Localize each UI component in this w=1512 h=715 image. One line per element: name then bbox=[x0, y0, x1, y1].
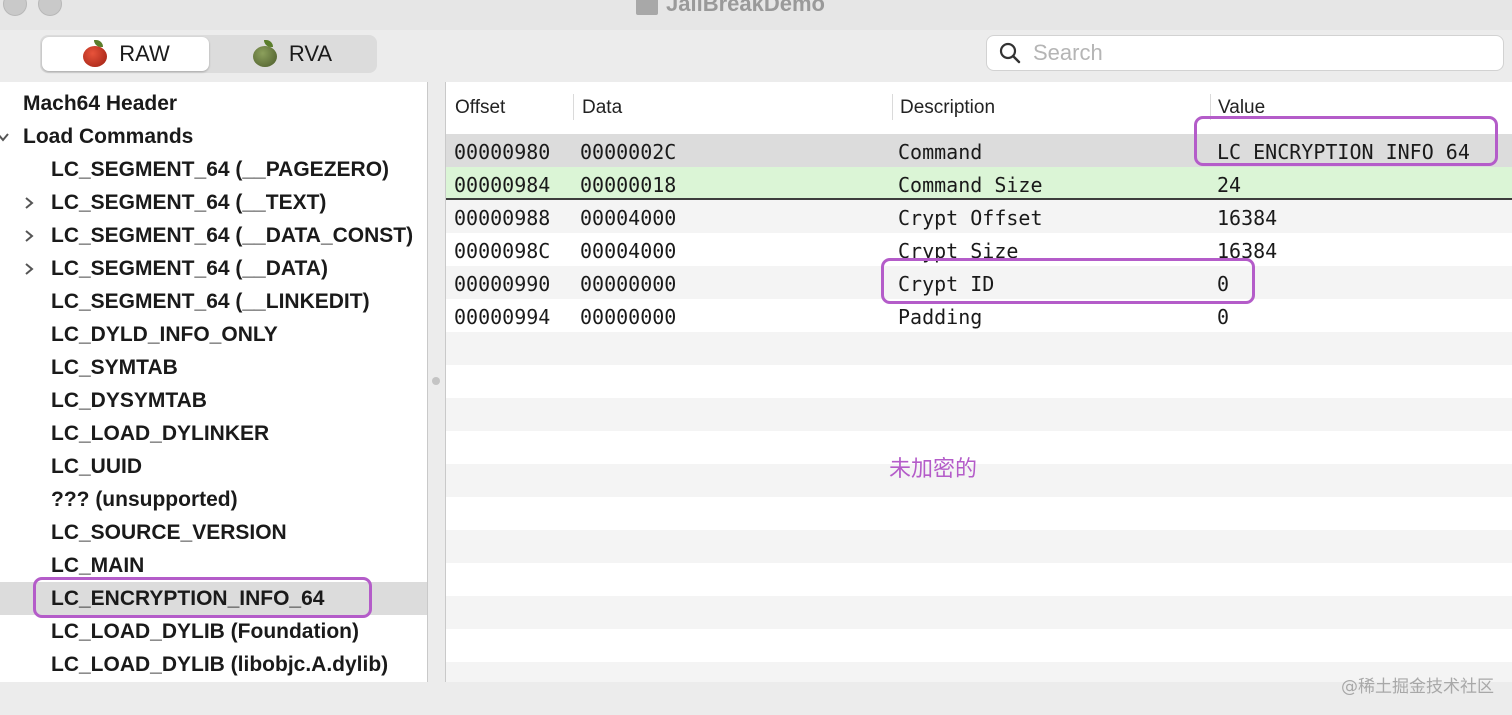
sidebar-item-label: LC_SEGMENT_64 (__LINKEDIT) bbox=[51, 289, 370, 313]
split-view-divider[interactable] bbox=[428, 82, 444, 682]
sidebar-item-label: LC_LOAD_DYLIB (libobjc.A.dylib) bbox=[51, 652, 389, 676]
empty-table-row bbox=[446, 530, 1512, 563]
empty-table-row bbox=[446, 464, 1512, 497]
offset-cell: 0000098C bbox=[454, 239, 551, 263]
sidebar-item[interactable]: LC_SEGMENT_64 (__TEXT) bbox=[0, 186, 427, 219]
empty-table-row bbox=[446, 563, 1512, 596]
sidebar-item[interactable]: LC_LOAD_DYLIB (libobjc.A.dylib) bbox=[0, 648, 427, 681]
empty-table-row bbox=[446, 398, 1512, 431]
close-window-button[interactable] bbox=[3, 0, 27, 16]
sidebar-item[interactable]: LC_SEGMENT_64 (__DATA) bbox=[0, 252, 427, 285]
document-icon bbox=[636, 0, 658, 15]
sidebar-item[interactable]: LC_SEGMENT_64 (__LINKEDIT) bbox=[0, 285, 427, 318]
sidebar-item[interactable]: LC_LOAD_DYLIB (Foundation) bbox=[0, 615, 427, 648]
empty-table-row bbox=[446, 629, 1512, 662]
chevron-right-icon[interactable] bbox=[22, 262, 36, 276]
annotation-box-crypt-id bbox=[881, 258, 1255, 304]
sidebar-item-label: LC_DYLD_INFO_ONLY bbox=[51, 322, 278, 346]
raw-mode-button[interactable]: RAW bbox=[42, 37, 209, 71]
window-title-text: JailBreakDemo bbox=[666, 0, 825, 16]
description-cell: Padding bbox=[898, 305, 983, 329]
offset-cell: 00000988 bbox=[454, 206, 551, 230]
sidebar-item[interactable]: LC_DYLD_INFO_ONLY bbox=[0, 318, 427, 351]
sidebar-item[interactable]: Mach64 Header bbox=[0, 87, 427, 120]
sidebar-item-label: LC_SEGMENT_64 (__DATA) bbox=[51, 256, 328, 280]
annotation-box-sidebar bbox=[33, 577, 372, 618]
title-bar: JailBreakDemo bbox=[0, 0, 1512, 30]
data-cell: 0000002C bbox=[580, 140, 677, 164]
column-separator[interactable] bbox=[573, 94, 574, 120]
toolbar: RAW RVA bbox=[0, 30, 1512, 80]
empty-table-row bbox=[446, 365, 1512, 398]
sidebar-item[interactable]: Load Commands bbox=[0, 120, 427, 153]
sidebar-item-label: LC_SOURCE_VERSION bbox=[51, 520, 287, 544]
sidebar-item[interactable]: LC_UUID bbox=[0, 450, 427, 483]
annotation-text: 未加密的 bbox=[889, 457, 978, 482]
value-cell: 16384 bbox=[1217, 206, 1278, 230]
data-cell: 00000000 bbox=[580, 272, 677, 296]
divider-handle[interactable] bbox=[432, 377, 440, 385]
annotation-box-value bbox=[1194, 116, 1498, 166]
sidebar-item-label: LC_MAIN bbox=[51, 553, 145, 577]
details-table: Offset Data Description Value 00000980 00… bbox=[445, 82, 1512, 682]
chevron-down-icon[interactable] bbox=[0, 130, 10, 144]
column-header-description[interactable]: Description bbox=[900, 96, 995, 120]
sidebar-item-label: LC_LOAD_DYLIB (Foundation) bbox=[51, 619, 359, 643]
sidebar-item-label: LC_SEGMENT_64 (__DATA_CONST) bbox=[51, 223, 414, 247]
sidebar-item[interactable]: LC_SOURCE_VERSION bbox=[0, 516, 427, 549]
description-cell: Command Size bbox=[898, 173, 1043, 197]
rva-mode-button[interactable]: RVA bbox=[208, 37, 375, 71]
chevron-right-icon[interactable] bbox=[22, 229, 36, 243]
column-header-offset[interactable]: Offset bbox=[455, 96, 505, 120]
empty-table-row bbox=[446, 431, 1512, 464]
data-cell: 00004000 bbox=[580, 206, 677, 230]
sidebar-item[interactable]: ??? (unsupported) bbox=[0, 483, 427, 516]
sidebar-item-label: LC_UUID bbox=[51, 454, 143, 478]
raw-mode-label: RAW bbox=[119, 41, 170, 66]
status-bar bbox=[0, 684, 1512, 715]
sidebar-item-label: LC_SEGMENT_64 (__TEXT) bbox=[51, 190, 327, 214]
data-cell: 00004000 bbox=[580, 239, 677, 263]
offset-cell: 00000980 bbox=[454, 140, 551, 164]
watermark: @稀土掘金技术社区 bbox=[1341, 677, 1494, 697]
green-apple-icon bbox=[251, 40, 279, 68]
description-cell: Command bbox=[898, 140, 983, 164]
sidebar-item-label: LC_SEGMENT_64 (__PAGEZERO) bbox=[51, 157, 390, 181]
sidebar-item-label: LC_SYMTAB bbox=[51, 355, 178, 379]
sidebar-item-label: Load Commands bbox=[23, 124, 194, 148]
sidebar-item-label: LC_DYSYMTAB bbox=[51, 388, 207, 412]
sidebar-item[interactable]: LC_SYMTAB bbox=[0, 351, 427, 384]
rva-mode-label: RVA bbox=[288, 41, 333, 66]
minimize-window-button[interactable] bbox=[38, 0, 62, 16]
window-title: JailBreakDemo bbox=[636, 0, 825, 16]
value-cell: 0 bbox=[1217, 305, 1230, 329]
table-row[interactable]: 00000984 00000018 Command Size 24 bbox=[446, 167, 1512, 200]
offset-cell: 00000990 bbox=[454, 272, 551, 296]
sidebar-item-label: LC_LOAD_DYLINKER bbox=[51, 421, 270, 445]
sidebar-item-label: Mach64 Header bbox=[23, 91, 178, 115]
table-row[interactable]: 00000988 00004000 Crypt Offset 16384 bbox=[446, 200, 1512, 233]
empty-table-row bbox=[446, 332, 1512, 365]
sidebar-item[interactable]: LC_SEGMENT_64 (__DATA_CONST) bbox=[0, 219, 427, 252]
offset-cell: 00000984 bbox=[454, 173, 551, 197]
red-apple-icon bbox=[81, 40, 109, 68]
value-cell: 24 bbox=[1217, 173, 1242, 197]
search-icon bbox=[999, 42, 1021, 64]
empty-table-row bbox=[446, 497, 1512, 530]
sidebar-item[interactable]: LC_DYSYMTAB bbox=[0, 384, 427, 417]
data-cell: 00000018 bbox=[580, 173, 677, 197]
address-mode-segmented-control: RAW RVA bbox=[40, 35, 377, 73]
search-input[interactable] bbox=[1031, 39, 1475, 67]
offset-cell: 00000994 bbox=[454, 305, 551, 329]
chevron-right-icon[interactable] bbox=[22, 196, 36, 210]
empty-table-row bbox=[446, 596, 1512, 629]
sidebar-item[interactable]: LC_SEGMENT_64 (__PAGEZERO) bbox=[0, 153, 427, 186]
search-field[interactable] bbox=[986, 35, 1504, 71]
column-separator[interactable] bbox=[892, 94, 893, 120]
sidebar-item[interactable]: LC_LOAD_DYLINKER bbox=[0, 417, 427, 450]
description-cell: Crypt Offset bbox=[898, 206, 1043, 230]
column-header-data[interactable]: Data bbox=[582, 96, 622, 120]
data-cell: 00000000 bbox=[580, 305, 677, 329]
sidebar-item-label: ??? (unsupported) bbox=[51, 487, 238, 511]
